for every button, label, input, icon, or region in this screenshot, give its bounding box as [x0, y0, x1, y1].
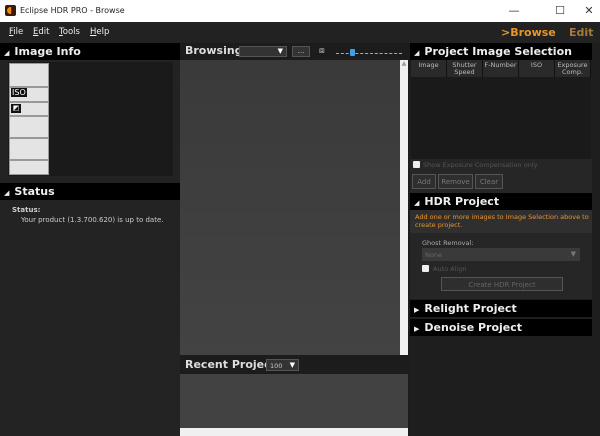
status-title: Status [14, 185, 55, 198]
collapse-triangle-icon: ◢ [4, 49, 10, 57]
image-info-header[interactable]: ◢ Image Info [0, 43, 180, 60]
minimize-button[interactable]: — [507, 4, 521, 17]
zoom-slider[interactable] [336, 51, 402, 54]
recent-projects-bar: Recent Projects: 100 ▼ [180, 355, 410, 374]
image-browser[interactable] [180, 60, 400, 355]
ghost-removal-label: Ghost Removal: [422, 239, 474, 247]
relight-project-header[interactable]: ▶ Relight Project [410, 300, 592, 317]
hdr-project-header[interactable]: ◢ HDR Project [410, 193, 592, 210]
browser-scrollbar[interactable]: ▲ [400, 60, 408, 355]
exposure-field: ◩ [9, 102, 49, 116]
menu-bar: File Edit Tools Help >Browse Edit [0, 22, 600, 43]
info-field [9, 160, 49, 175]
folder-dropdown[interactable]: ▼ [239, 46, 287, 57]
show-exposure-label: Show Exposure Compensation only [423, 161, 538, 169]
browse-mode-tab[interactable]: >Browse [501, 26, 556, 39]
info-field [9, 63, 49, 87]
image-selection-list[interactable] [411, 77, 591, 159]
status-label: Status: [12, 206, 41, 214]
hdr-project-section: ◢ HDR Project Add one or more images to I… [410, 193, 592, 299]
column-exposure-comp[interactable]: Exposure Comp. [555, 60, 591, 77]
column-iso[interactable]: ISO [519, 60, 555, 77]
column-image[interactable]: Image [411, 60, 447, 77]
image-info-title: Image Info [14, 45, 81, 58]
project-image-selection-header[interactable]: ◢ Project Image Selection [410, 43, 592, 60]
collapse-triangle-icon: ◢ [414, 199, 420, 207]
menu-edit[interactable]: Edit [33, 27, 49, 37]
column-f-number[interactable]: F-Number [483, 60, 519, 77]
status-message: Your product (1.3.700.620) is up to date… [21, 216, 164, 224]
menu-tools[interactable]: Tools [59, 27, 80, 37]
ghost-removal-dropdown[interactable]: None ▼ [422, 248, 580, 261]
iso-icon: ISO [11, 88, 27, 97]
auto-align-checkbox[interactable] [422, 265, 429, 272]
collapse-triangle-icon: ◢ [414, 49, 420, 57]
title-bar: Eclipse HDR PRO - Browse — ☐ ✕ [0, 0, 600, 22]
create-hdr-project-button[interactable]: Create HDR Project [441, 277, 563, 291]
relight-title: Relight Project [424, 302, 517, 315]
selection-controls: Show Exposure Compensation only Add Remo… [410, 159, 592, 193]
recent-scrollbar[interactable] [180, 428, 408, 436]
browse-toolbar: Browsing: ▼ ... ⧈ [180, 43, 410, 60]
info-field [9, 116, 49, 138]
remove-button[interactable]: Remove [438, 174, 473, 189]
window-title: Eclipse HDR PRO - Browse [20, 6, 125, 15]
collapse-triangle-icon: ◢ [4, 189, 10, 197]
browsing-label: Browsing: [185, 44, 247, 57]
fit-view-icon[interactable]: ⧈ [319, 46, 325, 56]
recent-count-value: 100 [270, 362, 283, 370]
column-shutter-speed[interactable]: Shutter Speed [447, 60, 483, 77]
scroll-up-icon[interactable]: ▲ [400, 60, 408, 67]
right-panel: ◢ Project Image Selection Image Shutter Sp… [410, 43, 592, 436]
chevron-down-icon: ▼ [277, 47, 283, 55]
status-header[interactable]: ◢ Status [0, 183, 180, 200]
image-info-area: ISO ◩ [8, 62, 173, 176]
add-button[interactable]: Add [412, 174, 436, 189]
app-logo-icon [5, 5, 16, 16]
hdr-message: Add one or more images to Image Selectio… [410, 210, 592, 233]
chevron-down-icon: ▼ [289, 361, 295, 369]
exposure-comp-icon: ◩ [11, 104, 21, 113]
expand-triangle-icon: ▶ [414, 325, 420, 333]
zoom-slider-thumb[interactable] [350, 49, 355, 56]
close-button[interactable]: ✕ [582, 4, 596, 17]
auto-align-label: Auto Align [433, 265, 467, 273]
chevron-down-icon: ▼ [570, 250, 576, 258]
denoise-title: Denoise Project [424, 321, 523, 334]
menu-help[interactable]: Help [90, 27, 109, 37]
denoise-project-header[interactable]: ▶ Denoise Project [410, 319, 592, 336]
clear-button[interactable]: Clear [475, 174, 503, 189]
recent-count-dropdown[interactable]: 100 ▼ [266, 359, 299, 371]
selection-title: Project Image Selection [424, 45, 572, 58]
browse-folder-button[interactable]: ... [292, 46, 310, 57]
status-panel: ◢ Status Status: Your product (1.3.700.62… [0, 183, 180, 224]
ghost-removal-value: None [425, 251, 442, 259]
hdr-title: HDR Project [424, 195, 500, 208]
iso-field: ISO [9, 87, 49, 102]
edit-mode-tab[interactable]: Edit [569, 26, 593, 39]
info-field [9, 138, 49, 160]
menu-file[interactable]: File [9, 27, 23, 37]
browser-panel: Browsing: ▼ ... ⧈ ▲ Recent Projects: 100… [180, 43, 410, 436]
expand-triangle-icon: ▶ [414, 306, 420, 314]
recent-projects-list[interactable] [180, 374, 408, 428]
hdr-options: Ghost Removal: None ▼ Auto Align Create H… [410, 233, 592, 299]
maximize-button[interactable]: ☐ [553, 4, 567, 17]
show-exposure-checkbox[interactable] [413, 161, 420, 168]
